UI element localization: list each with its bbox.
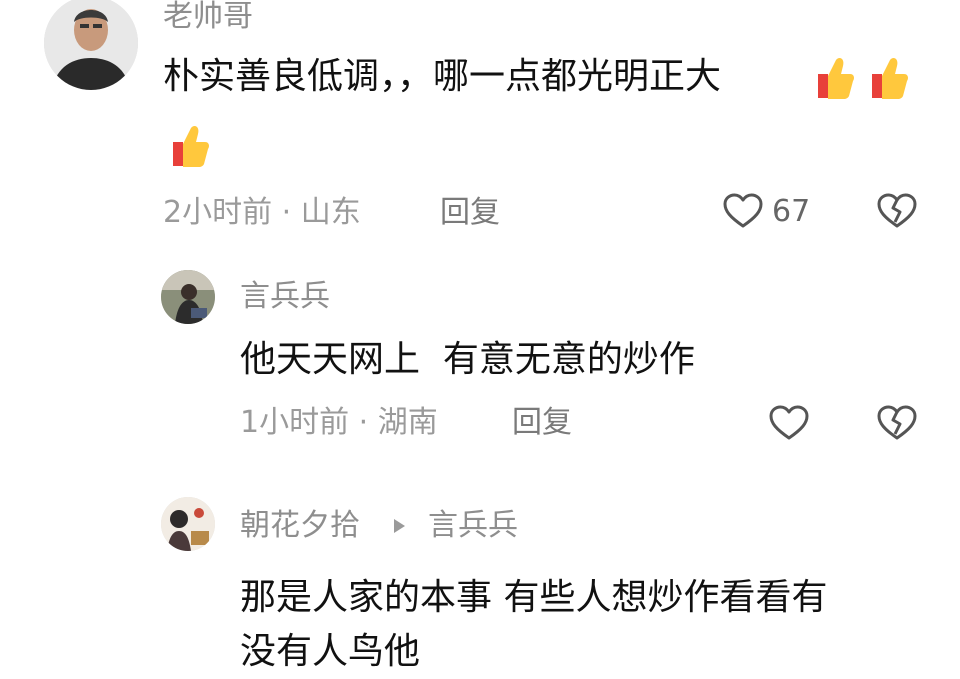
comment-time-location: 2小时前 · 山东 [163, 195, 361, 230]
avatar[interactable] [161, 497, 215, 551]
comment-text: 他天天网上 有意无意的炒作 [240, 339, 695, 380]
broken-heart-icon[interactable] [876, 404, 918, 442]
avatar[interactable] [161, 270, 215, 324]
comment-text-line: 朴实善良低调，，哪一点都光明正大 [163, 56, 722, 97]
avatar-image [161, 497, 215, 551]
comment-time-location: 1小时前 · 湖南 [240, 405, 438, 440]
comment-author[interactable]: 言兵兵 [240, 282, 330, 312]
heart-outline-icon[interactable] [768, 404, 810, 442]
avatar-image [161, 270, 215, 324]
thumbs-up-emoji [866, 54, 910, 102]
thumbs-up-emoji [167, 122, 211, 170]
avatar[interactable] [44, 0, 138, 90]
comment-author[interactable]: 老帅哥 [163, 2, 253, 32]
avatar-image [44, 0, 138, 90]
reply-to-author[interactable]: 言兵兵 [428, 511, 518, 541]
comment-author[interactable]: 朝花夕拾 [240, 511, 360, 541]
like-count: 67 [772, 194, 811, 229]
comment-text-line: 没有人鸟他 [240, 631, 421, 672]
comment-text-line: 那是人家的本事 有些人想炒作看看有 [240, 577, 828, 618]
heart-outline-icon[interactable] [722, 192, 764, 230]
comment-text: 朴实善良低调，，哪一点都光明正大 [163, 59, 721, 95]
reply-button[interactable]: 回复 [512, 408, 572, 438]
broken-heart-icon[interactable] [876, 192, 918, 230]
thumbs-up-emoji [812, 54, 856, 102]
triangle-right-icon [392, 518, 406, 534]
reply-button[interactable]: 回复 [440, 198, 500, 228]
